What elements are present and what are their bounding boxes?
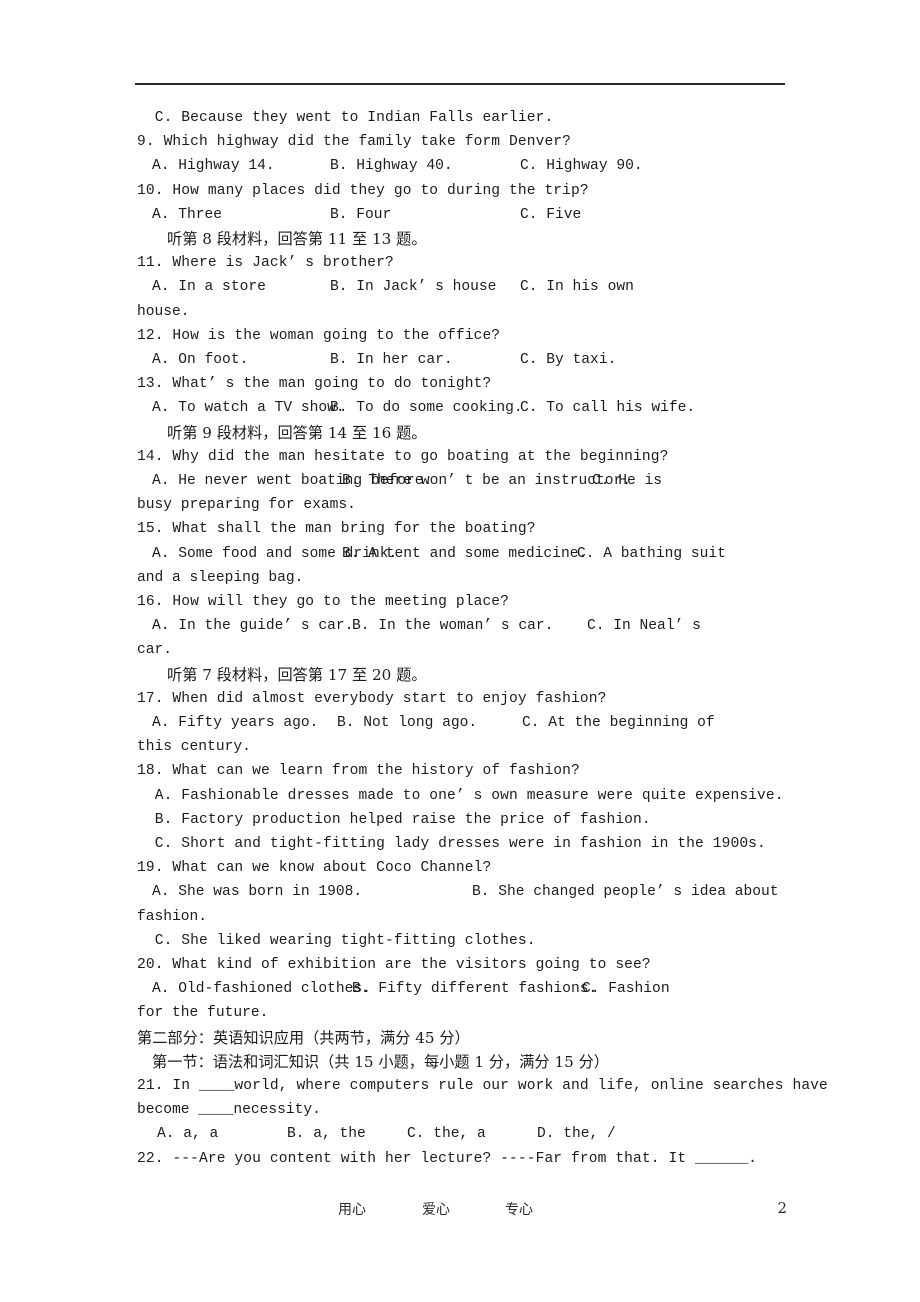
exam-paper-page: C. Because they went to Indian Falls ear… bbox=[0, 0, 920, 1302]
question-18-option-b[interactable]: B. Factory production helped raise the p… bbox=[137, 808, 787, 832]
question-12-options: A. On foot. B. In her car. C. By taxi. bbox=[137, 348, 787, 372]
question-16-options: A. In the guide’ s car. B. In the woman’… bbox=[137, 614, 787, 638]
question-21-stem: 21. In ____world, where computers rule o… bbox=[137, 1077, 828, 1094]
footer-word-3: 专心 bbox=[505, 1202, 533, 1218]
question-11-options: A. In a store B. In Jack’ s house C. In … bbox=[137, 275, 787, 299]
question-17-stem: 17. When did almost everybody start to e… bbox=[137, 690, 607, 707]
question-12-option-c[interactable]: C. By taxi. bbox=[520, 348, 616, 372]
question-20-option-c-continued: for the future. bbox=[137, 1005, 269, 1022]
section-one-heading: 第一节：语法和词汇知识（共 15 小题，每小题 1 分，满分 15 分） bbox=[152, 1052, 609, 1071]
footer-word-1: 用心 bbox=[338, 1202, 366, 1218]
question-19-option-b[interactable]: B. She changed people’ s idea about bbox=[472, 880, 779, 904]
question-16-option-c[interactable]: C. In Neal’ s bbox=[587, 614, 701, 638]
exam-content: C. Because they went to Indian Falls ear… bbox=[137, 106, 828, 1171]
footer-word-2: 爱心 bbox=[422, 1202, 450, 1218]
question-14-options: A. He never went boating before. B. Ther… bbox=[137, 469, 787, 493]
question-14-stem: 14. Why did the man hesitate to go boati… bbox=[137, 448, 669, 465]
question-11-option-a[interactable]: A. In a store bbox=[152, 275, 266, 299]
question-8-option-c: C. Because they went to Indian Falls ear… bbox=[137, 110, 554, 126]
question-10-options: A. Three B. Four C. Five bbox=[137, 203, 787, 227]
question-9-stem: 9. Which highway did the family take for… bbox=[137, 134, 572, 151]
question-12-option-a[interactable]: A. On foot. bbox=[152, 348, 248, 372]
question-20-option-c[interactable]: C. Fashion bbox=[582, 977, 670, 1001]
question-16-option-b[interactable]: B. In the woman’ s car. bbox=[352, 614, 553, 638]
question-15-stem: 15. What shall the man bring for the boa… bbox=[137, 521, 536, 538]
question-17-option-b[interactable]: B. Not long ago. bbox=[337, 711, 477, 735]
question-18-option-a[interactable]: A. Fashionable dresses made to one’ s ow… bbox=[137, 784, 787, 808]
listening-directive-9: 听第 9 段材料，回答第 14 至 16 题。 bbox=[167, 423, 427, 442]
question-9-option-a[interactable]: A. Highway 14. bbox=[152, 154, 275, 178]
question-21-option-c[interactable]: C. the, a bbox=[407, 1122, 486, 1146]
question-16-option-c-continued: car. bbox=[137, 642, 173, 659]
question-19-option-c[interactable]: C. She liked wearing tight-fitting cloth… bbox=[137, 929, 787, 953]
question-13-stem: 13. What’ s the man going to do tonight? bbox=[137, 376, 492, 393]
question-9-option-b[interactable]: B. Highway 40. bbox=[330, 154, 453, 178]
question-20-options: A. Old-fashioned clothes. B. Fifty diffe… bbox=[137, 977, 787, 1001]
question-10-stem: 10. How many places did they go to durin… bbox=[137, 182, 589, 199]
question-14-option-c-continued: busy preparing for exams. bbox=[137, 497, 356, 514]
question-13-options: A. To watch a TV show. B. To do some coo… bbox=[137, 396, 787, 420]
question-21-stem-continued: become ____necessity. bbox=[137, 1102, 321, 1119]
question-15-option-c[interactable]: C. A bathing suit bbox=[577, 542, 726, 566]
question-21-options: A. a, a B. a, the C. the, a D. the, / bbox=[137, 1122, 787, 1146]
question-9-option-c[interactable]: C. Highway 90. bbox=[520, 154, 643, 178]
question-20-option-b[interactable]: B. Fifty different fashions. bbox=[352, 977, 597, 1001]
question-17-option-a[interactable]: A. Fifty years ago. bbox=[152, 711, 318, 735]
question-21-option-d[interactable]: D. the, / bbox=[537, 1122, 616, 1146]
question-11-option-b[interactable]: B. In Jack’ s house bbox=[330, 275, 496, 299]
part-two-heading: 第二部分：英语知识应用（共两节，满分 45 分） bbox=[137, 1028, 470, 1047]
question-15-options: A. Some food and some drink. B. A tent a… bbox=[137, 542, 787, 566]
question-15-option-b[interactable]: B. A tent and some medicine. bbox=[342, 542, 587, 566]
question-18-stem: 18. What can we learn from the history o… bbox=[137, 763, 580, 780]
question-13-option-c[interactable]: C. To call his wife. bbox=[520, 396, 695, 420]
question-10-option-a[interactable]: A. Three bbox=[152, 203, 222, 227]
question-14-option-b[interactable]: B. There won’ t be an instructor. bbox=[342, 469, 631, 493]
question-9-options: A. Highway 14. B. Highway 40. C. Highway… bbox=[137, 154, 787, 178]
question-20-stem: 20. What kind of exhibition are the visi… bbox=[137, 956, 651, 973]
question-21-option-a[interactable]: A. a, a bbox=[157, 1122, 218, 1146]
question-18-option-c[interactable]: C. Short and tight-fitting lady dresses … bbox=[137, 832, 787, 856]
question-17-option-c-continued: this century. bbox=[137, 739, 251, 756]
question-11-stem: 11. Where is Jack’ s brother? bbox=[137, 255, 394, 272]
question-11-option-c[interactable]: C. In his own bbox=[520, 275, 634, 299]
question-10-option-b[interactable]: B. Four bbox=[330, 203, 391, 227]
question-17-option-c[interactable]: C. At the beginning of bbox=[522, 711, 715, 735]
question-16-stem: 16. How will they go to the meeting plac… bbox=[137, 593, 510, 610]
listening-directive-7: 听第 7 段材料，回答第 17 至 20 题。 bbox=[167, 665, 427, 684]
question-14-option-c[interactable]: C. He is bbox=[592, 469, 662, 493]
page-number: 2 bbox=[777, 1199, 787, 1217]
question-13-option-a[interactable]: A. To watch a TV show. bbox=[152, 396, 345, 420]
header-rule bbox=[135, 83, 785, 85]
question-17-options: A. Fifty years ago. B. Not long ago. C. … bbox=[137, 711, 787, 735]
question-15-option-c-continued: and a sleeping bag. bbox=[137, 569, 304, 586]
question-11-option-c-continued: house. bbox=[137, 303, 190, 320]
question-12-stem: 12. How is the woman going to the office… bbox=[137, 327, 501, 344]
question-20-option-a[interactable]: A. Old-fashioned clothes. bbox=[152, 977, 371, 1001]
question-10-option-c[interactable]: C. Five bbox=[520, 203, 581, 227]
question-19-option-b-continued: fashion. bbox=[137, 908, 208, 925]
question-19-stem: 19. What can we know about Coco Channel? bbox=[137, 860, 492, 877]
question-19-option-a[interactable]: A. She was born in 1908. bbox=[152, 880, 362, 904]
question-13-option-b[interactable]: B. To do some cooking. bbox=[330, 396, 523, 420]
question-19-options: A. She was born in 1908. B. She changed … bbox=[137, 880, 787, 904]
question-21-option-b[interactable]: B. a, the bbox=[287, 1122, 366, 1146]
listening-directive-8: 听第 8 段材料，回答第 11 至 13 题。 bbox=[167, 229, 427, 248]
question-12-option-b[interactable]: B. In her car. bbox=[330, 348, 453, 372]
page-footer: 用心 爱心 专心 2 bbox=[137, 1199, 787, 1223]
question-16-option-a[interactable]: A. In the guide’ s car. bbox=[152, 614, 353, 638]
question-22-stem: 22. ---Are you content with her lecture?… bbox=[137, 1150, 758, 1167]
